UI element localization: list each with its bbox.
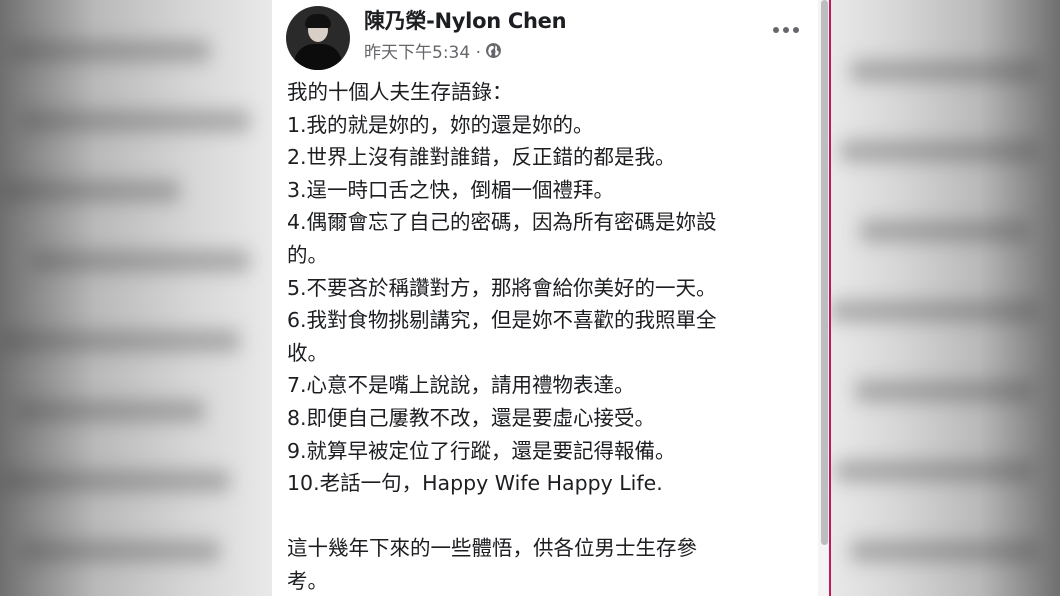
post-line: 4.偶爾會忘了自己的密碼，因為所有密碼是妳設: [287, 210, 717, 235]
blurred-background-left: [0, 0, 272, 596]
scrollbar-thumb[interactable]: [821, 0, 828, 545]
post-line: 3.逞一時口舌之快，倒楣一個禮拜。: [287, 177, 615, 202]
post-line: 5.不要吝於稱讚對方，那將會給你美好的一天。: [287, 275, 717, 300]
avatar[interactable]: [286, 6, 350, 70]
post-line: 10.老話一句，Happy Wife Happy Life.: [287, 471, 663, 496]
post-body: 我的十個人夫生存語錄： 1.我的就是妳的，妳的還是妳的。 2.世界上沒有誰對誰錯…: [287, 76, 792, 596]
post-line: 2.世界上沒有誰對誰錯，反正錯的都是我。: [287, 145, 676, 170]
globe-icon[interactable]: [485, 42, 502, 59]
more-options-icon[interactable]: [770, 16, 802, 44]
post-line: 6.我對食物挑剔講究，但是妳不喜歡的我照單全: [287, 308, 717, 333]
post-timestamp[interactable]: 昨天下午5:34 ·: [364, 38, 481, 63]
post-line: 考。: [287, 568, 328, 593]
post-line: 我的十個人夫生存語錄：: [287, 80, 513, 104]
post-line: 8.即便自己屢教不改，還是要虛心接受。: [287, 405, 656, 430]
post-line: 9.就算早被定位了行蹤，還是要記得報備。: [287, 438, 676, 463]
post-meta: 昨天下午5:34 ·: [364, 38, 502, 63]
post-line: 7.心意不是嘴上說說，請用禮物表達。: [287, 373, 635, 398]
edge-accent-line: [829, 0, 831, 596]
post-line: 這十幾年下來的一些體悟，供各位男士生存參: [287, 536, 697, 561]
author-name[interactable]: 陳乃榮-Nylon Chen: [364, 5, 567, 35]
blurred-background-right: [830, 0, 1060, 596]
post-line: 收。: [287, 340, 328, 365]
facebook-post-card: 陳乃榮-Nylon Chen 昨天下午5:34 · 我的十個人夫生存語錄： 1.…: [272, 0, 828, 596]
post-line: 的。: [287, 242, 328, 267]
post-line: 1.我的就是妳的，妳的還是妳的。: [287, 112, 594, 137]
